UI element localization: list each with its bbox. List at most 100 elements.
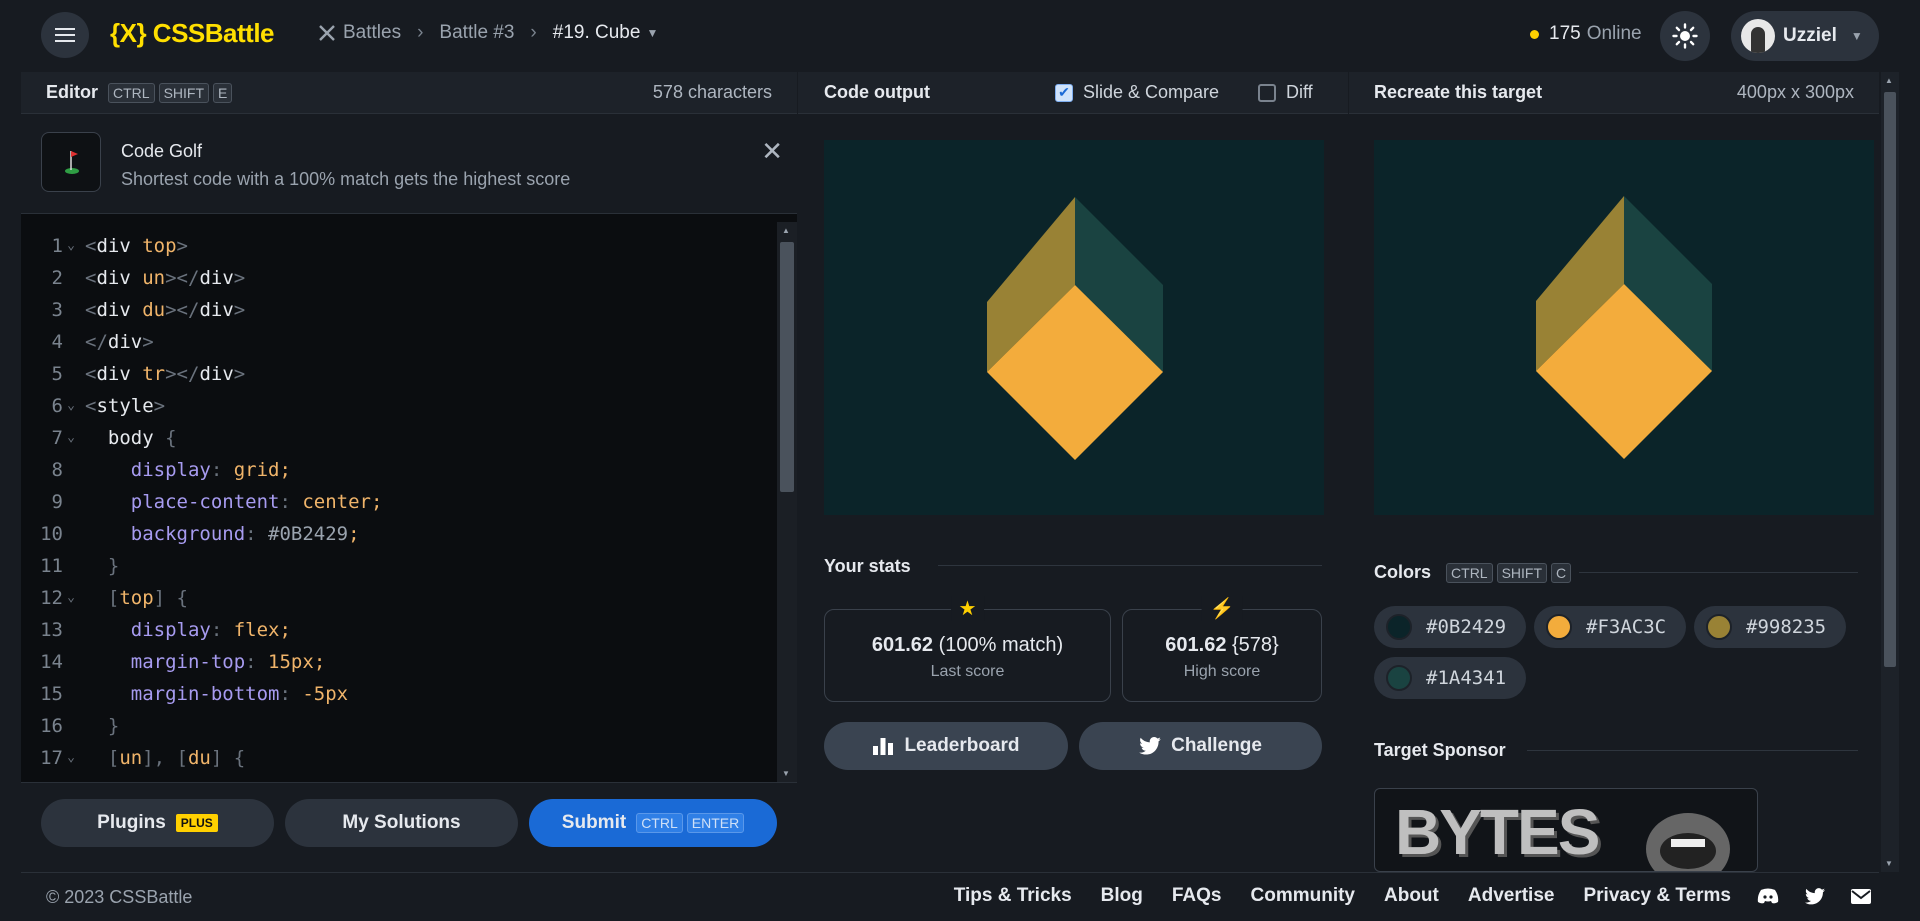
- editor-scrollbar[interactable]: ▲ ▼: [777, 222, 797, 782]
- code-token: div: [107, 331, 143, 353]
- my-solutions-button[interactable]: My Solutions: [285, 799, 518, 847]
- code-line[interactable]: 7 ⌄ body {: [21, 422, 777, 454]
- fold-chevron-icon[interactable]: ⌄: [63, 230, 79, 262]
- code-line[interactable]: 15 margin-bottom: -5px: [21, 678, 777, 710]
- scroll-up-icon[interactable]: ▲: [782, 226, 790, 235]
- user-menu-button[interactable]: Uzziel ▼: [1731, 11, 1879, 61]
- plugins-button[interactable]: Plugins PLUS: [41, 799, 274, 847]
- scroll-up-icon[interactable]: ▲: [1885, 76, 1893, 85]
- line-number: 14: [40, 651, 63, 673]
- code-line[interactable]: 14 margin-top: 15px;: [21, 646, 777, 678]
- code-line[interactable]: 12 ⌄ [top] {: [21, 582, 777, 614]
- discord-icon[interactable]: [1757, 888, 1779, 904]
- footer-link-tips[interactable]: Tips & Tricks: [954, 885, 1072, 907]
- output-title: Code output: [824, 82, 930, 102]
- cssbattle-logo[interactable]: {X} CSSBattle: [110, 18, 275, 49]
- code-line[interactable]: 16 }: [21, 710, 777, 742]
- code-line[interactable]: 1 ⌄ <div top>: [21, 230, 777, 262]
- cube-target: [1536, 196, 1712, 459]
- color-hex: #0B2429: [1426, 616, 1507, 638]
- code-token: ] {: [153, 587, 188, 609]
- caret-down-icon[interactable]: ▼: [646, 26, 658, 40]
- code-line[interactable]: 8 display: grid;: [21, 454, 777, 486]
- code-token: div: [199, 363, 234, 385]
- scroll-down-icon[interactable]: ▼: [782, 769, 790, 778]
- mail-icon[interactable]: [1851, 888, 1871, 904]
- code-text: display: flex;: [79, 614, 291, 646]
- checkbox-unchecked-icon[interactable]: [1258, 83, 1276, 102]
- footer-link-about[interactable]: About: [1384, 885, 1439, 907]
- code-line[interactable]: 17 ⌄ [un], [du] {: [21, 742, 777, 774]
- fold-chevron-icon[interactable]: ⌄: [63, 742, 79, 774]
- fold-chevron-icon[interactable]: ⌄: [63, 582, 79, 614]
- color-hex: #1A4341: [1426, 667, 1507, 689]
- diff-toggle[interactable]: Diff: [1258, 82, 1313, 103]
- footer-link-blog[interactable]: Blog: [1101, 885, 1143, 907]
- line-number: 9: [51, 491, 63, 513]
- checkbox-checked-icon[interactable]: ✔: [1055, 83, 1073, 102]
- divider: [1579, 572, 1858, 573]
- fold-chevron-icon[interactable]: ⌄: [63, 390, 79, 422]
- copyright: © 2023 CSSBattle: [46, 887, 193, 907]
- line-number: 18: [21, 774, 63, 782]
- code-line[interactable]: 11 }: [21, 550, 777, 582]
- code-line[interactable]: 4 </div>: [21, 326, 777, 358]
- code-text: </div>: [79, 326, 154, 358]
- sun-icon: [1672, 23, 1698, 49]
- fold-gutter: [63, 486, 79, 518]
- scrollbar-thumb[interactable]: [780, 242, 794, 492]
- code-text: margin-top: 15px;: [79, 646, 326, 678]
- code-line[interactable]: 2 <div un></div>: [21, 262, 777, 294]
- code-output-canvas[interactable]: [824, 140, 1324, 515]
- code-token: :: [210, 459, 234, 481]
- star-icon: ★: [950, 596, 985, 621]
- footer-link-faqs[interactable]: FAQs: [1172, 885, 1222, 907]
- code-line[interactable]: 9 place-content: center;: [21, 486, 777, 518]
- footer: © 2023 CSSBattle Tips & Tricks Blog FAQs…: [21, 872, 1879, 921]
- code-text: <style>: [79, 390, 165, 422]
- color-swatch[interactable]: #1A4341: [1374, 657, 1526, 699]
- code-token: :: [245, 523, 269, 545]
- code-line[interactable]: 10 background: #0B2429;: [21, 518, 777, 550]
- code-token: #0B2429: [268, 523, 349, 545]
- color-swatch[interactable]: #0B2429: [1374, 606, 1526, 648]
- twitter-icon: [1139, 737, 1161, 755]
- breadcrumb-battle[interactable]: Battle #3: [439, 22, 514, 44]
- line-number: 8: [51, 459, 63, 481]
- code-line[interactable]: 18 width: 72.5px;: [21, 774, 777, 782]
- footer-link-community[interactable]: Community: [1251, 885, 1356, 907]
- code-token: <: [85, 267, 97, 289]
- target-image[interactable]: [1374, 140, 1874, 515]
- code-editor[interactable]: 1 ⌄ <div top> 2 <div un></div> 3 <div du></div…: [21, 222, 777, 782]
- fold-chevron-icon[interactable]: ⌄: [63, 422, 79, 454]
- code-line[interactable]: 6 ⌄ <style>: [21, 390, 777, 422]
- slide-compare-toggle[interactable]: ✔ Slide & Compare: [1055, 82, 1219, 103]
- code-line[interactable]: 3 <div du></div>: [21, 294, 777, 326]
- theme-toggle-button[interactable]: [1660, 11, 1710, 61]
- code-token: ;: [279, 459, 291, 481]
- fold-gutter: [63, 454, 79, 486]
- footer-link-advertise[interactable]: Advertise: [1468, 885, 1555, 907]
- code-token: <: [85, 395, 97, 417]
- code-line[interactable]: 5 <div tr></div>: [21, 358, 777, 390]
- menu-button[interactable]: [41, 12, 89, 58]
- code-line[interactable]: 13 display: flex;: [21, 614, 777, 646]
- sponsor-banner[interactable]: BYTES: [1374, 788, 1758, 872]
- last-score-value: 601.62: [871, 634, 934, 656]
- page-scrollbar[interactable]: ▲ ▼: [1881, 72, 1899, 872]
- challenge-button[interactable]: Challenge: [1079, 722, 1322, 770]
- scroll-down-icon[interactable]: ▼: [1885, 859, 1893, 868]
- fold-gutter: [63, 710, 79, 742]
- stats-title: Your stats: [824, 556, 911, 576]
- code-token: <: [85, 235, 97, 257]
- close-icon[interactable]: ✕: [761, 136, 783, 167]
- twitter-icon[interactable]: [1805, 887, 1825, 905]
- color-swatch[interactable]: #F3AC3C: [1534, 606, 1686, 648]
- breadcrumb-current[interactable]: #19. Cube: [553, 22, 641, 44]
- breadcrumb-battles[interactable]: Battles: [343, 22, 401, 44]
- submit-button[interactable]: Submit CTRL ENTER: [529, 799, 777, 847]
- scrollbar-thumb[interactable]: [1884, 92, 1896, 667]
- footer-link-privacy[interactable]: Privacy & Terms: [1583, 885, 1731, 907]
- leaderboard-button[interactable]: Leaderboard: [824, 722, 1068, 770]
- color-swatch[interactable]: #998235: [1694, 606, 1846, 648]
